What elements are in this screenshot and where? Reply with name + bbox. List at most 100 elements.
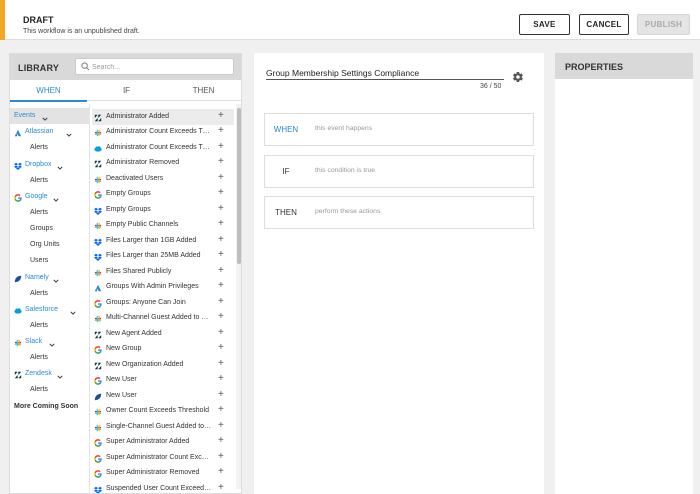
event-item[interactable]: Owner Count Exceeds Threshold + xyxy=(92,403,234,419)
provider-category-alerts[interactable]: Alerts xyxy=(10,286,90,302)
save-button[interactable]: SAVE xyxy=(519,14,570,35)
provider-category-users[interactable]: Users xyxy=(10,253,90,269)
provider-label: Salesforce xyxy=(25,306,59,313)
event-item[interactable]: Administrator Removed + xyxy=(92,155,234,171)
event-item[interactable]: Deactivated Users + xyxy=(92,171,234,187)
publish-button[interactable]: PUBLISH xyxy=(637,14,690,35)
provider-category-alerts[interactable]: Alerts xyxy=(10,382,90,398)
event-item[interactable]: Files Shared Publicly + xyxy=(92,264,234,280)
slack-icon xyxy=(94,407,102,416)
add-event-plus-icon[interactable]: + xyxy=(218,450,224,464)
event-label: Groups With Admin Privileges xyxy=(106,283,199,291)
add-event-plus-icon[interactable]: + xyxy=(218,279,224,293)
provider-category-groups[interactable]: Groups xyxy=(10,221,90,237)
provider-category-org-units[interactable]: Org Units xyxy=(10,237,90,253)
tab-if[interactable]: IF xyxy=(88,81,165,101)
google-icon xyxy=(14,193,22,202)
event-item[interactable]: Super Administrator Added + xyxy=(92,434,234,450)
event-item[interactable]: Suspended User Count Exceeds Threshold + xyxy=(92,481,234,493)
event-item[interactable]: Multi-Channel Guest Added to Workspace + xyxy=(92,310,234,326)
event-item[interactable]: New Organization Added + xyxy=(92,357,234,373)
gear-icon[interactable] xyxy=(512,71,524,83)
zendesk-icon xyxy=(94,113,102,122)
if-block[interactable]: IF this condition is true xyxy=(264,155,534,188)
event-item[interactable]: Empty Groups + xyxy=(92,186,234,202)
provider-category-alerts[interactable]: Alerts xyxy=(10,205,90,221)
add-event-plus-icon[interactable]: + xyxy=(218,186,224,200)
library-search[interactable] xyxy=(75,58,234,75)
event-item[interactable]: Administrator Count Exceeds Threshold + xyxy=(92,140,234,156)
provider-events[interactable]: Events xyxy=(10,108,90,124)
cancel-button[interactable]: CANCEL xyxy=(579,14,629,35)
add-event-plus-icon[interactable]: + xyxy=(218,202,224,216)
add-event-plus-icon[interactable]: + xyxy=(218,434,224,448)
event-item[interactable]: Super Administrator Count Exceeds Thresh… xyxy=(92,450,234,466)
if-hint: this condition is true xyxy=(315,167,376,174)
add-event-plus-icon[interactable]: + xyxy=(218,109,224,123)
chevron-down-icon xyxy=(49,339,55,347)
add-event-plus-icon[interactable]: + xyxy=(218,264,224,278)
add-event-plus-icon[interactable]: + xyxy=(218,372,224,386)
event-item[interactable]: Single-Channel Guest Added to Workspace + xyxy=(92,419,234,435)
library-panel: LIBRARY WHEN IF THEN Events Atlassian Aler… xyxy=(9,53,242,494)
slack-icon xyxy=(94,175,102,184)
provider-label: Google xyxy=(25,193,48,200)
event-item[interactable]: Super Administrator Removed + xyxy=(92,465,234,481)
workflow-name-input[interactable] xyxy=(266,66,504,80)
provider-namely[interactable]: Namely xyxy=(10,270,90,286)
event-item[interactable]: New User + xyxy=(92,388,234,404)
provider-google[interactable]: Google xyxy=(10,189,90,205)
add-event-plus-icon[interactable]: + xyxy=(218,217,224,231)
add-event-plus-icon[interactable]: + xyxy=(218,310,224,324)
add-event-plus-icon[interactable]: + xyxy=(218,465,224,479)
add-event-plus-icon[interactable]: + xyxy=(218,233,224,247)
salesforce-icon xyxy=(94,144,102,152)
add-event-plus-icon[interactable]: + xyxy=(218,248,224,262)
event-item[interactable]: Groups With Admin Privileges + xyxy=(92,279,234,295)
add-event-plus-icon[interactable]: + xyxy=(218,388,224,402)
tab-when[interactable]: WHEN xyxy=(10,81,87,102)
add-event-plus-icon[interactable]: + xyxy=(218,295,224,309)
event-list-scroll-thumb[interactable] xyxy=(237,108,241,264)
provider-category-alerts[interactable]: Alerts xyxy=(10,173,90,189)
event-item[interactable]: Files Larger than 1GB Added + xyxy=(92,233,234,249)
add-event-plus-icon[interactable]: + xyxy=(218,481,224,493)
event-item[interactable]: New Group + xyxy=(92,341,234,357)
provider-atlassian[interactable]: Atlassian xyxy=(10,124,90,140)
namely-icon xyxy=(14,274,22,283)
event-item[interactable]: New Agent Added + xyxy=(92,326,234,342)
event-item[interactable]: Empty Public Channels + xyxy=(92,217,234,233)
add-event-plus-icon[interactable]: + xyxy=(218,341,224,355)
when-block[interactable]: WHEN this event happens xyxy=(264,113,534,146)
event-label: Files Larger than 1GB Added xyxy=(106,236,197,244)
add-event-plus-icon[interactable]: + xyxy=(218,140,224,154)
provider-dropbox[interactable]: Dropbox xyxy=(10,157,90,173)
add-event-plus-icon[interactable]: + xyxy=(218,419,224,433)
when-keyword: WHEN xyxy=(273,125,299,134)
event-item[interactable]: Administrator Count Exceeds Threshold + xyxy=(92,124,234,140)
event-label: Super Administrator Added xyxy=(106,438,190,446)
add-event-plus-icon[interactable]: + xyxy=(218,124,224,138)
provider-category-alerts[interactable]: Alerts xyxy=(10,140,90,156)
provider-slack[interactable]: Slack xyxy=(10,334,90,350)
provider-zendesk[interactable]: Zendesk xyxy=(10,366,90,382)
add-event-plus-icon[interactable]: + xyxy=(218,326,224,340)
then-block[interactable]: THEN perform these actions xyxy=(264,196,534,229)
add-event-plus-icon[interactable]: + xyxy=(218,403,224,417)
add-event-plus-icon[interactable]: + xyxy=(218,155,224,169)
event-item[interactable]: Groups: Anyone Can Join + xyxy=(92,295,234,311)
event-label: Deactivated Users xyxy=(106,174,164,182)
event-item[interactable]: New User + xyxy=(92,372,234,388)
event-item[interactable]: Administrator Added + xyxy=(92,109,234,125)
provider-category-alerts[interactable]: Alerts xyxy=(10,350,90,366)
search-input[interactable] xyxy=(92,61,230,73)
add-event-plus-icon[interactable]: + xyxy=(218,357,224,371)
provider-salesforce[interactable]: Salesforce xyxy=(10,302,90,318)
provider-category-alerts[interactable]: Alerts xyxy=(10,318,90,334)
event-item[interactable]: Empty Groups + xyxy=(92,202,234,218)
library-tabs: WHEN IF THEN xyxy=(10,81,241,102)
tab-then[interactable]: THEN xyxy=(165,81,241,101)
event-item[interactable]: Files Larger than 25MB Added + xyxy=(92,248,234,264)
event-label: Empty Public Channels xyxy=(106,221,179,229)
add-event-plus-icon[interactable]: + xyxy=(218,171,224,185)
